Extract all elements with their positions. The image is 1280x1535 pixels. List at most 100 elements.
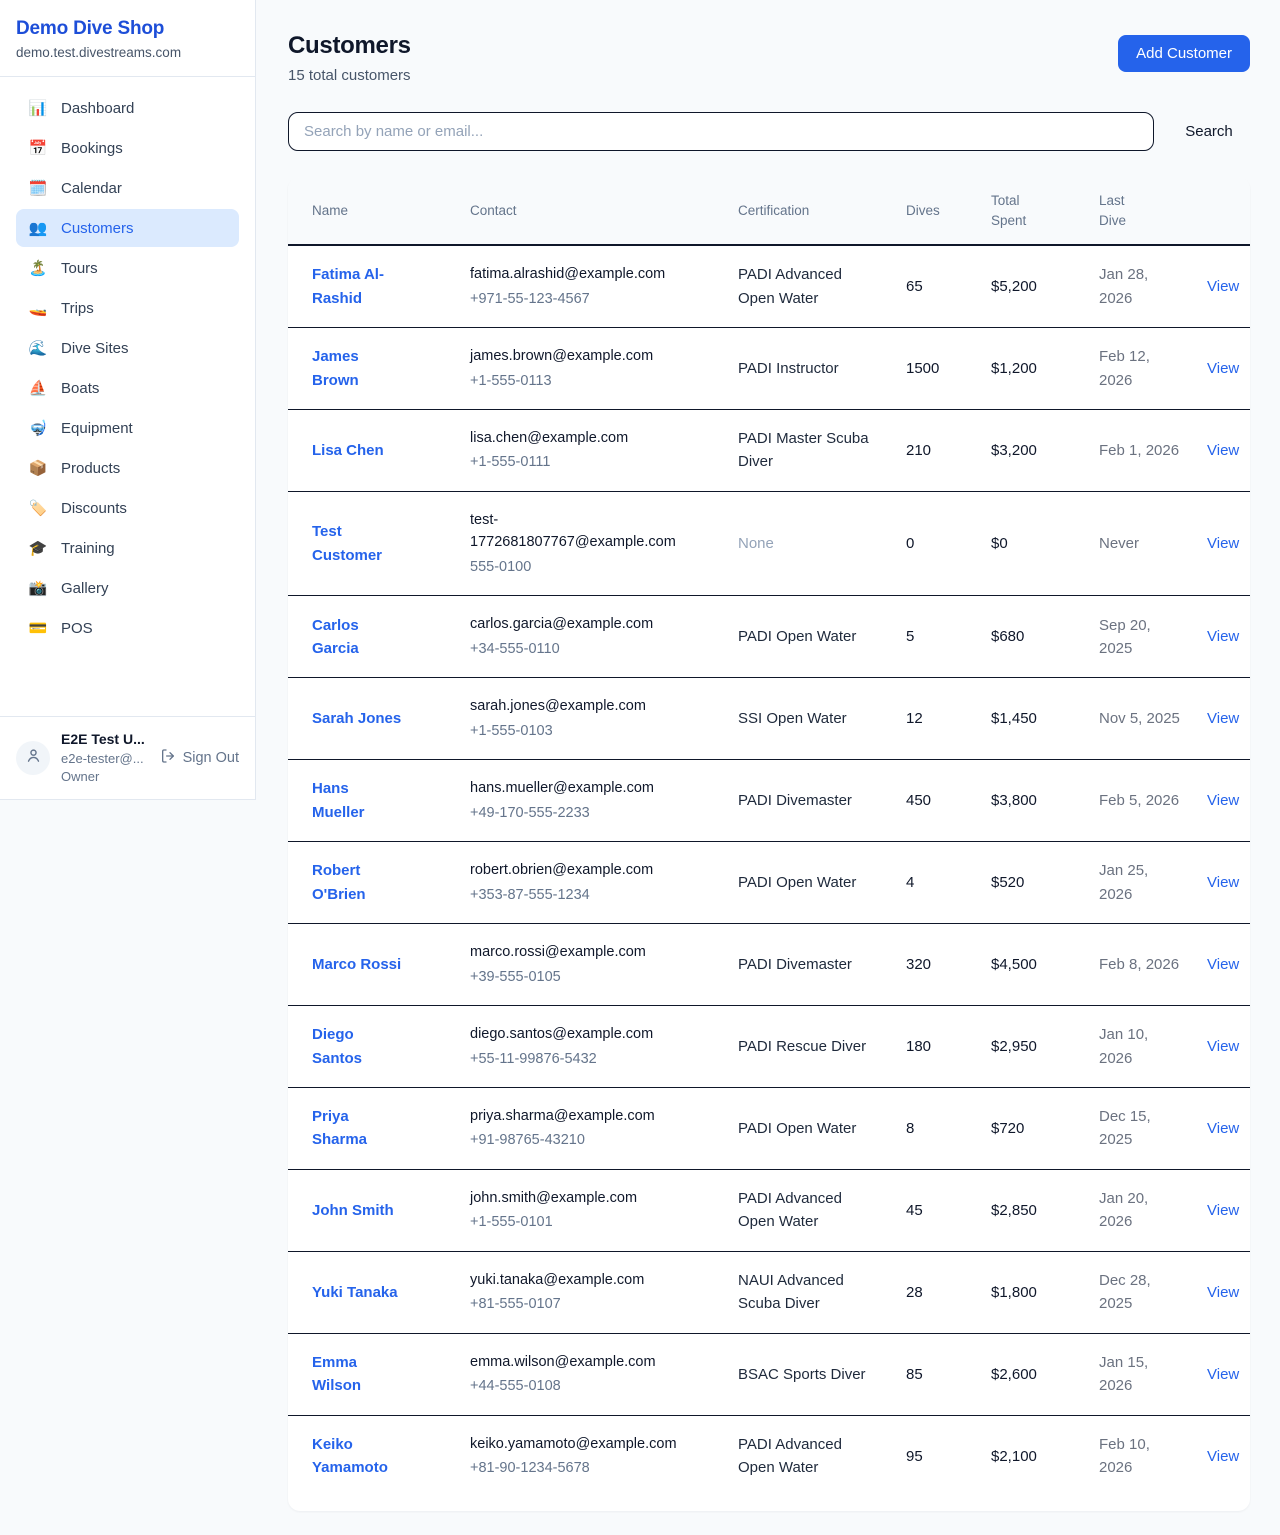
customer-name-link[interactable]: Diego Santos: [312, 1023, 404, 1070]
user-info: E2E Test U... e2e-tester@... Owner: [61, 731, 149, 785]
tag-icon: 🏷️: [28, 499, 48, 517]
view-link[interactable]: View: [1207, 535, 1239, 552]
table-row: James Brown james.brown@example.com +1-5…: [288, 328, 1250, 410]
add-customer-button[interactable]: Add Customer: [1118, 35, 1250, 72]
customer-name-link[interactable]: Priya Sharma: [312, 1105, 404, 1152]
contact-cell: fatima.alrashid@example.com +971-55-123-…: [470, 263, 685, 310]
last-dive-date: Nov 5, 2025: [1099, 710, 1180, 727]
view-link[interactable]: View: [1207, 874, 1239, 891]
customer-name-link[interactable]: John Smith: [312, 1199, 394, 1222]
certification-text: PADI Open Water: [738, 628, 856, 645]
sidebar-item-calendar[interactable]: 🗓️ Calendar: [16, 169, 239, 207]
sidebar-item-pos[interactable]: 💳 POS: [16, 609, 239, 647]
customer-name-link[interactable]: Hans Mueller: [312, 777, 404, 824]
customer-name-link[interactable]: Lisa Chen: [312, 439, 384, 462]
dives-count: 8: [906, 1120, 914, 1137]
view-link[interactable]: View: [1207, 278, 1239, 295]
customer-email: carlos.garcia@example.com: [470, 613, 685, 635]
dives-count: 4: [906, 874, 914, 891]
credit-card-icon: 💳: [28, 619, 48, 637]
bar-chart-icon: 📊: [28, 99, 48, 117]
sidebar-item-label: Calendar: [61, 180, 122, 197]
certification-text: PADI Instructor: [738, 360, 839, 377]
sidebar-item-discounts[interactable]: 🏷️ Discounts: [16, 489, 239, 527]
search-button[interactable]: Search: [1180, 123, 1238, 140]
view-link[interactable]: View: [1207, 1120, 1239, 1137]
sidebar-item-boats[interactable]: ⛵ Boats: [16, 369, 239, 407]
view-link[interactable]: View: [1207, 1366, 1239, 1383]
certification-text: PADI Advanced Open Water: [738, 1190, 842, 1230]
column-header-total-spent: Total Spent: [979, 177, 1087, 245]
table-row: Marco Rossi marco.rossi@example.com +39-…: [288, 924, 1250, 1006]
last-dive-date: Jan 10, 2026: [1099, 1026, 1148, 1066]
customer-phone: +1-555-0113: [470, 370, 685, 392]
view-link[interactable]: View: [1207, 792, 1239, 809]
sailboat-icon: ⛵: [28, 379, 48, 397]
total-spent: $2,600: [991, 1366, 1037, 1383]
customers-table-card: NameContactCertificationDivesTotal Spent…: [288, 177, 1250, 1511]
certification-text: PADI Advanced Open Water: [738, 266, 842, 306]
sidebar-item-tours[interactable]: 🏝️ Tours: [16, 249, 239, 287]
sidebar-item-products[interactable]: 📦 Products: [16, 449, 239, 487]
page-title: Customers: [288, 32, 411, 60]
total-spent: $0: [991, 535, 1008, 552]
sidebar-item-trips[interactable]: 🚤 Trips: [16, 289, 239, 327]
customer-name-link[interactable]: Robert O'Brien: [312, 859, 404, 906]
customer-phone: +1-555-0111: [470, 451, 685, 473]
view-link[interactable]: View: [1207, 1448, 1239, 1465]
customer-name-link[interactable]: Yuki Tanaka: [312, 1281, 398, 1304]
view-link[interactable]: View: [1207, 710, 1239, 727]
total-spent: $2,100: [991, 1448, 1037, 1465]
view-link[interactable]: View: [1207, 628, 1239, 645]
customer-phone: +971-55-123-4567: [470, 288, 685, 310]
sidebar-item-label: Products: [61, 460, 120, 477]
sidebar-item-dive-sites[interactable]: 🌊 Dive Sites: [16, 329, 239, 367]
sidebar-item-dashboard[interactable]: 📊 Dashboard: [16, 89, 239, 127]
sidebar-item-label: POS: [61, 620, 93, 637]
customer-name-link[interactable]: Sarah Jones: [312, 707, 401, 730]
certification-text: PADI Open Water: [738, 1120, 856, 1137]
sidebar-item-training[interactable]: 🎓 Training: [16, 529, 239, 567]
total-spent: $720: [991, 1120, 1024, 1137]
main-content: Customers 15 total customers Add Custome…: [256, 0, 1280, 1535]
total-spent: $680: [991, 628, 1024, 645]
certification-text: PADI Rescue Diver: [738, 1038, 866, 1055]
package-icon: 📦: [28, 459, 48, 477]
sidebar-item-gallery[interactable]: 📸 Gallery: [16, 569, 239, 607]
sidebar-item-label: Bookings: [61, 140, 123, 157]
customer-email: fatima.alrashid@example.com: [470, 263, 685, 285]
customer-name-link[interactable]: James Brown: [312, 345, 404, 392]
view-link[interactable]: View: [1207, 360, 1239, 377]
view-link[interactable]: View: [1207, 442, 1239, 459]
column-header-last-dive: Last Dive: [1087, 177, 1195, 245]
customer-name-link[interactable]: Test Customer: [312, 520, 404, 567]
view-link[interactable]: View: [1207, 956, 1239, 973]
customer-name-link[interactable]: Keiko Yamamoto: [312, 1433, 404, 1480]
total-spent: $3,200: [991, 442, 1037, 459]
search-input[interactable]: [288, 112, 1154, 151]
sign-out-button[interactable]: Sign Out: [160, 748, 239, 768]
view-link[interactable]: View: [1207, 1202, 1239, 1219]
customer-phone: +353-87-555-1234: [470, 884, 685, 906]
table-row: Yuki Tanaka yuki.tanaka@example.com +81-…: [288, 1251, 1250, 1333]
sidebar-item-customers[interactable]: 👥 Customers: [16, 209, 239, 247]
customer-phone: +34-555-0110: [470, 638, 685, 660]
sidebar-item-bookings[interactable]: 📅 Bookings: [16, 129, 239, 167]
sidebar-item-equipment[interactable]: 🤿 Equipment: [16, 409, 239, 447]
last-dive-date: Feb 12, 2026: [1099, 348, 1150, 388]
customer-name-link[interactable]: Marco Rossi: [312, 953, 401, 976]
sidebar-item-label: Gallery: [61, 580, 109, 597]
customer-name-link[interactable]: Carlos Garcia: [312, 614, 404, 661]
last-dive-date: Jan 28, 2026: [1099, 266, 1148, 306]
customer-name-link[interactable]: Emma Wilson: [312, 1351, 404, 1398]
last-dive-date: Sep 20, 2025: [1099, 617, 1151, 657]
view-link[interactable]: View: [1207, 1284, 1239, 1301]
customer-email: emma.wilson@example.com: [470, 1351, 685, 1373]
certification-text: PADI Master Scuba Diver: [738, 430, 869, 470]
last-dive-date: Dec 28, 2025: [1099, 1272, 1151, 1312]
table-row: Robert O'Brien robert.obrien@example.com…: [288, 842, 1250, 924]
sidebar-item-label: Tours: [61, 260, 98, 277]
view-link[interactable]: View: [1207, 1038, 1239, 1055]
customer-name-link[interactable]: Fatima Al-Rashid: [312, 263, 404, 310]
wave-icon: 🌊: [28, 339, 48, 357]
